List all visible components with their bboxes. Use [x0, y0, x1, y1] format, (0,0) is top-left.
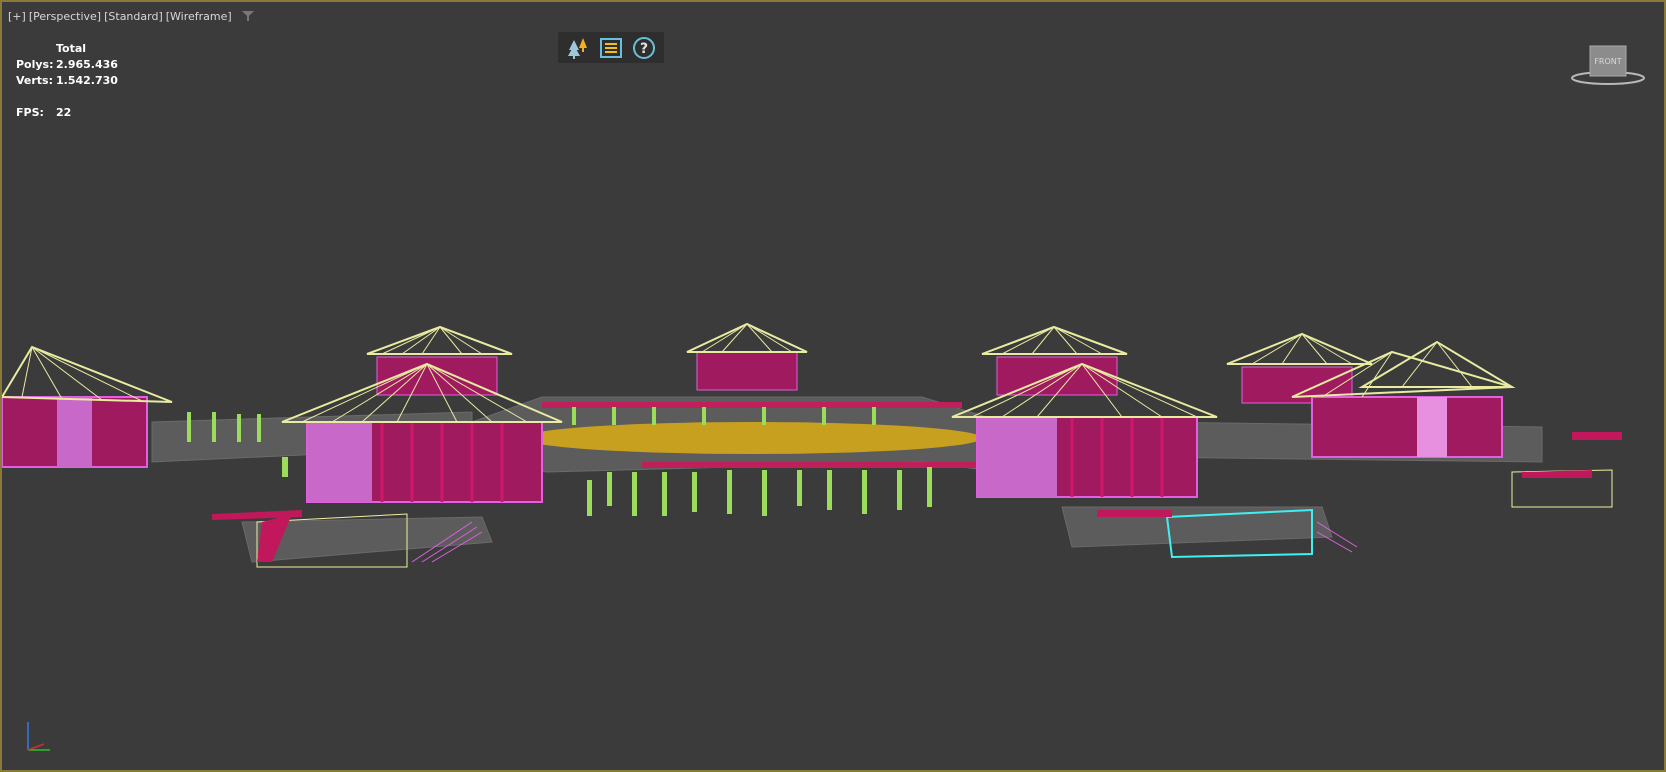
hut-right-b: [1291, 340, 1516, 458]
viewcube-face-label: FRONT: [1594, 57, 1621, 66]
viewport-toolbar: ?: [558, 32, 664, 63]
viewport-point-of-view-menu[interactable]: [Perspective]: [29, 10, 101, 23]
polys-row: Polys: 2.965.436: [16, 57, 118, 73]
hut-back-right: [981, 325, 1128, 396]
deck-rim: [542, 402, 962, 408]
perspective-viewport[interactable]: [+] [Perspective] [Standard] [Wireframe]…: [0, 0, 1666, 772]
verts-value: 1.542.730: [56, 74, 118, 87]
fps-value: 22: [56, 106, 72, 119]
verts-row: Verts: 1.542.730: [16, 73, 118, 89]
wireframe-scene[interactable]: [2, 2, 1666, 772]
scene-explorer-button[interactable]: [565, 35, 591, 61]
viewport-general-menu[interactable]: [+]: [8, 10, 26, 23]
filter-icon[interactable]: [241, 9, 255, 23]
polys-label: Polys:: [16, 58, 54, 71]
menu-list-button[interactable]: [598, 35, 624, 61]
help-icon: ?: [632, 36, 655, 59]
hut-far-left: [2, 345, 173, 468]
viewcube-icon[interactable]: FRONT: [1568, 42, 1648, 88]
viewport-label-menu[interactable]: [+] [Perspective] [Standard] [Wireframe]: [8, 9, 255, 23]
central-deck: [522, 422, 982, 454]
deck-rim-lower: [642, 462, 1002, 468]
menu-list-icon: [599, 37, 622, 58]
viewport-shading-standard-menu[interactable]: [Standard]: [104, 10, 163, 23]
svg-text:?: ?: [640, 41, 648, 57]
stats-header: Total: [56, 42, 87, 55]
verts-label: Verts:: [16, 74, 54, 87]
viewport-display-mode-menu[interactable]: [Wireframe]: [166, 10, 232, 23]
hut-back-left: [366, 325, 513, 396]
hut-back-center: [686, 322, 808, 391]
world-axis-tripod-icon: [27, 722, 50, 751]
statistics-overlay: Total Polys: 2.965.436 Verts: 1.542.730 …: [16, 41, 118, 121]
polys-value: 2.965.436: [56, 58, 118, 71]
scene-explorer-icon: [568, 37, 588, 59]
fps-label: FPS:: [16, 106, 44, 119]
help-button[interactable]: ?: [631, 35, 657, 61]
fps-row: FPS: 22: [16, 105, 118, 121]
